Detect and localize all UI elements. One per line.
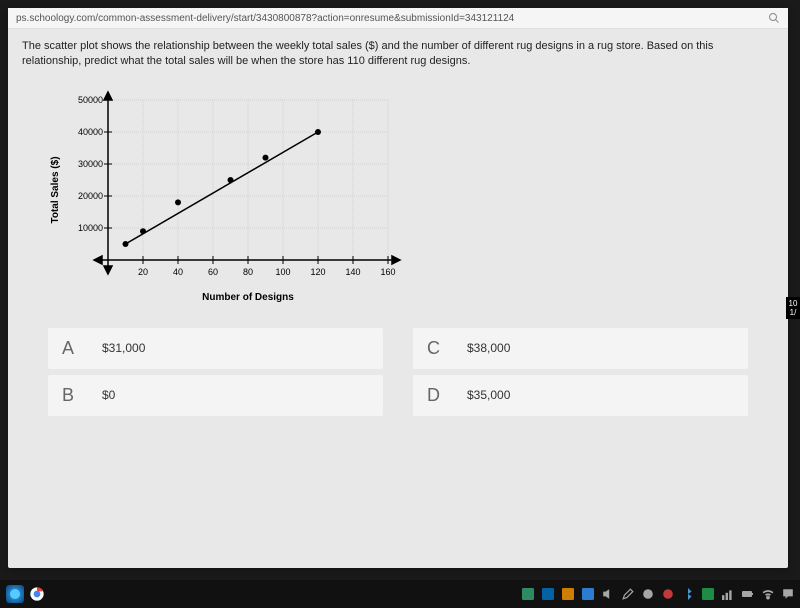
search-icon[interactable]	[768, 12, 780, 24]
svg-text:160: 160	[380, 267, 395, 277]
grid-lines	[108, 100, 388, 260]
bluetooth-icon[interactable]	[682, 588, 694, 600]
svg-text:140: 140	[345, 267, 360, 277]
windows-icon	[9, 588, 21, 600]
svg-text:100: 100	[275, 267, 290, 277]
svg-text:20000: 20000	[78, 191, 103, 201]
svg-text:20: 20	[138, 267, 148, 277]
x-axis-label: Number of Designs	[202, 292, 294, 303]
tray-app-icon[interactable]	[582, 588, 594, 600]
svg-text:50000: 50000	[78, 95, 103, 105]
pen-icon[interactable]	[622, 588, 634, 600]
wifi-icon[interactable]	[762, 588, 774, 600]
start-button[interactable]	[6, 585, 24, 603]
url-bar: ps.schoology.com/common-assessment-deliv…	[8, 8, 788, 29]
tray-app-icon[interactable]	[542, 588, 554, 600]
answer-text: $38,000	[467, 341, 510, 355]
taskbar	[0, 580, 800, 608]
tray-app-icon[interactable]	[562, 588, 574, 600]
answer-option-d[interactable]: D $35,000	[413, 375, 748, 416]
answer-option-b[interactable]: B $0	[48, 375, 383, 416]
clock-widget: 10 1/	[786, 297, 800, 319]
y-ticks: 10000 20000 30000 40000 50000	[78, 95, 103, 233]
chrome-button[interactable]	[28, 585, 46, 603]
answer-text: $35,000	[467, 388, 510, 402]
svg-text:40: 40	[173, 267, 183, 277]
trend-line	[126, 132, 319, 244]
chart-svg: Total Sales ($) Number of Designs	[48, 90, 408, 310]
scatter-plot: Total Sales ($) Number of Designs	[8, 80, 388, 310]
answer-letter: D	[427, 385, 467, 406]
y-axis-label: Total Sales ($)	[50, 156, 61, 223]
answer-letter: A	[62, 338, 102, 359]
answer-option-c[interactable]: C $38,000	[413, 328, 748, 369]
system-tray	[522, 588, 794, 600]
battery-icon[interactable]	[742, 588, 754, 600]
volume-icon[interactable]	[602, 588, 614, 600]
svg-text:120: 120	[310, 267, 325, 277]
answer-letter: B	[62, 385, 102, 406]
answer-grid: A $31,000 C $38,000 B $0 D $35,000	[8, 310, 788, 434]
x-ticks: 20 40 60 80 100 120 140 160	[138, 267, 396, 277]
tray-icon[interactable]	[702, 588, 714, 600]
svg-text:40000: 40000	[78, 127, 103, 137]
tray-icon[interactable]	[642, 588, 654, 600]
question-text: The scatter plot shows the relationship …	[8, 29, 788, 80]
svg-text:30000: 30000	[78, 159, 103, 169]
svg-text:10000: 10000	[78, 223, 103, 233]
clock-bottom: 1/	[788, 308, 798, 317]
clock-top: 10	[788, 299, 798, 308]
answer-option-a[interactable]: A $31,000	[48, 328, 383, 369]
action-center-icon[interactable]	[782, 588, 794, 600]
axes	[94, 92, 400, 274]
answer-letter: C	[427, 338, 467, 359]
svg-text:60: 60	[208, 267, 218, 277]
browser-window: ps.schoology.com/common-assessment-deliv…	[8, 8, 788, 568]
network-icon[interactable]	[722, 588, 734, 600]
tray-app-icon[interactable]	[522, 588, 534, 600]
tray-icon[interactable]	[662, 588, 674, 600]
answer-text: $31,000	[102, 341, 145, 355]
url-text: ps.schoology.com/common-assessment-deliv…	[16, 13, 514, 24]
answer-text: $0	[102, 388, 115, 402]
svg-text:80: 80	[243, 267, 253, 277]
